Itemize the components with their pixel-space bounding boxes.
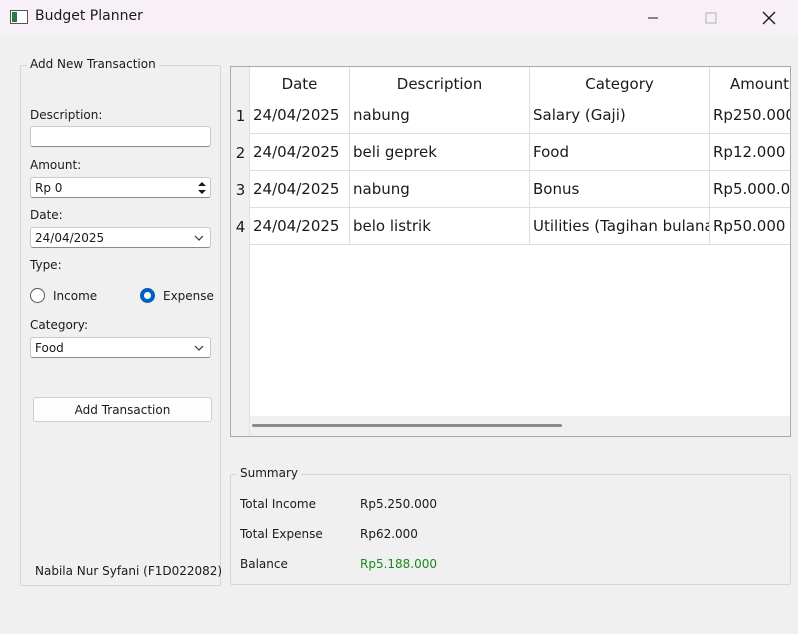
table-cell[interactable]: Rp12.000 — [710, 134, 790, 171]
total-income-value: Rp5.250.000 — [360, 497, 438, 511]
table-cell[interactable]: 24/04/2025 — [250, 134, 350, 171]
total-expense-label: Total Expense — [240, 527, 323, 541]
income-radio[interactable]: Income — [30, 288, 97, 303]
author-label: Nabila Nur Syfani (F1D022082) — [35, 564, 223, 578]
row-number: 3 — [235, 180, 246, 199]
table-cell[interactable]: nabung — [350, 171, 530, 208]
minimize-icon — [648, 17, 658, 19]
expense-radio-label: Expense — [163, 288, 214, 303]
column-header-description[interactable]: Description — [350, 67, 530, 101]
transactions-table[interactable]: Date Description Category Amount 1 24/04… — [230, 66, 791, 437]
column-header-category[interactable]: Category — [530, 67, 710, 101]
description-label: Description: — [30, 108, 103, 122]
total-expense-value: Rp62.000 — [360, 527, 418, 541]
date-value: 24/04/2025 — [35, 230, 105, 245]
balance-label: Balance — [240, 557, 288, 571]
row-number: 4 — [235, 217, 246, 236]
radio-unchecked-icon — [30, 288, 45, 303]
column-header-date[interactable]: Date — [250, 67, 350, 101]
summary-group-title: Summary — [237, 466, 301, 480]
add-transaction-button[interactable]: Add Transaction — [33, 397, 212, 422]
amount-label: Amount: — [30, 158, 82, 172]
add-transaction-group-title: Add New Transaction — [27, 57, 159, 71]
close-button[interactable] — [746, 0, 792, 36]
scrollbar-thumb[interactable] — [252, 424, 562, 427]
title-bar: Budget Planner — [0, 0, 798, 36]
horizontal-scrollbar[interactable] — [250, 416, 790, 436]
date-label: Date: — [30, 208, 63, 222]
expense-radio[interactable]: Expense — [140, 288, 214, 303]
minimize-button[interactable] — [630, 0, 676, 36]
amount-value: Rp 0 — [35, 180, 63, 195]
table-cell[interactable]: belo listrik — [350, 208, 530, 245]
radio-checked-icon — [140, 288, 155, 303]
window-title: Budget Planner — [35, 8, 143, 24]
total-income-label: Total Income — [240, 497, 316, 511]
table-cell[interactable]: Salary (Gaji) — [530, 97, 710, 134]
category-label: Category: — [30, 318, 88, 332]
close-icon — [762, 11, 776, 25]
row-number: 2 — [235, 143, 246, 162]
maximize-button[interactable] — [688, 0, 734, 36]
column-header-amount[interactable]: Amount — [710, 67, 790, 101]
chevron-down-icon — [194, 235, 204, 241]
table-cell[interactable]: 24/04/2025 — [250, 97, 350, 134]
description-input[interactable] — [30, 126, 211, 147]
category-dropdown[interactable]: Food — [30, 337, 211, 358]
row-number: 1 — [235, 106, 246, 125]
table-cell[interactable]: Rp50.000 — [710, 208, 790, 245]
category-value: Food — [35, 340, 64, 355]
maximize-icon — [705, 12, 717, 24]
table-cell[interactable]: Rp250.000 — [710, 97, 790, 134]
table-cell[interactable]: 24/04/2025 — [250, 208, 350, 245]
amount-spinbox[interactable]: Rp 0 — [30, 177, 211, 198]
date-picker[interactable]: 24/04/2025 — [30, 227, 211, 248]
app-window-icon — [10, 10, 28, 24]
table-cell[interactable]: Food — [530, 134, 710, 171]
chevron-down-icon — [194, 345, 204, 351]
table-cell[interactable]: nabung — [350, 97, 530, 134]
table-cell[interactable]: Utilities (Tagihan bulanan) — [530, 208, 710, 245]
spin-arrows-icon[interactable] — [196, 179, 208, 197]
table-cell[interactable]: beli geprek — [350, 134, 530, 171]
table-cell[interactable]: Bonus — [530, 171, 710, 208]
type-label: Type: — [30, 258, 62, 272]
table-cell[interactable]: Rp5.000.000 — [710, 171, 790, 208]
balance-value: Rp5.188.000 — [360, 557, 438, 571]
income-radio-label: Income — [53, 288, 98, 303]
table-cell[interactable]: 24/04/2025 — [250, 171, 350, 208]
